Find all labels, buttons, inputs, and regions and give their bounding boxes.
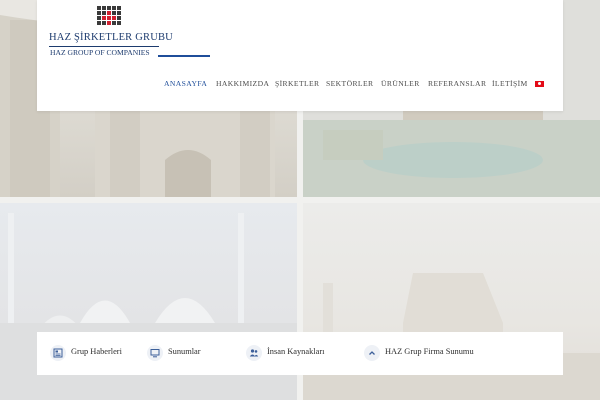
main-nav: ANASAYFA HAKKIMIZDA ŞİRKETLER SEKTÖRLER … [37, 79, 563, 91]
users-icon [246, 345, 262, 361]
turkey-flag-icon[interactable] [535, 81, 544, 87]
logo-mark-icon [97, 6, 121, 25]
quick-link-label: Grup Haberleri [71, 347, 122, 356]
nav-item-referanslar[interactable]: REFERANSLAR [428, 79, 486, 88]
chevron-up-icon [364, 345, 380, 361]
nav-item-urunler[interactable]: ÜRÜNLER [381, 79, 420, 88]
monitor-icon [147, 345, 163, 361]
company-logo[interactable]: HAZ ŞİRKETLER GRUBU HAZ GROUP OF COMPANI… [49, 6, 173, 57]
brand-title: HAZ ŞİRKETLER GRUBU [49, 32, 173, 43]
nav-item-sektorler[interactable]: SEKTÖRLER [326, 79, 373, 88]
quick-links-bar: Grup Haberleri Sunumlar İnsan Kaynakları… [37, 332, 563, 375]
site-header: HAZ ŞİRKETLER GRUBU HAZ GROUP OF COMPANI… [37, 0, 563, 111]
nav-item-anasayfa[interactable]: ANASAYFA [164, 79, 207, 88]
quick-link-label: HAZ Grup Firma Sunumu [385, 347, 474, 356]
news-icon [50, 345, 66, 361]
nav-item-iletisim[interactable]: İLETİŞİM [492, 79, 528, 88]
brand-subtitle: HAZ GROUP OF COMPANIES [50, 48, 150, 57]
quick-link-label: İnsan Kaynakları [267, 347, 325, 356]
nav-item-sirketler[interactable]: ŞİRKETLER [275, 79, 320, 88]
nav-item-hakkimizda[interactable]: HAKKIMIZDA [216, 79, 269, 88]
nav-active-indicator [158, 55, 210, 57]
quick-link-label: Sunumlar [168, 347, 201, 356]
brand-divider [49, 46, 159, 47]
